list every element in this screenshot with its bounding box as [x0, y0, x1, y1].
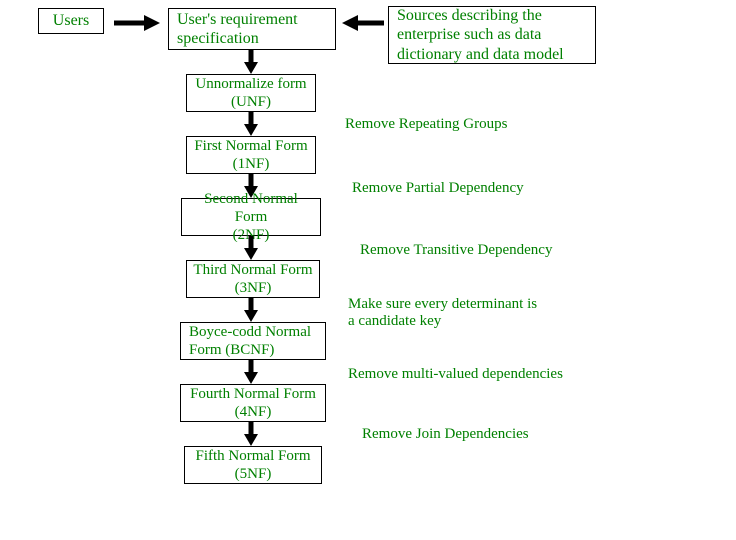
a4-line2: a candidate key [348, 313, 441, 329]
nf1-line2: (1NF) [233, 155, 270, 173]
nf3-line1: Third Normal Form [193, 261, 312, 279]
nf1-line1: First Normal Form [194, 137, 307, 155]
a4-line1: Make sure every determinant is [348, 296, 537, 312]
arrow-sources-to-req [342, 14, 384, 37]
arrow-2nf-3nf [243, 236, 259, 260]
nf3-box: Third Normal Form (3NF) [186, 260, 320, 298]
nf4-line2: (4NF) [235, 403, 272, 421]
arrow-req-unf [243, 50, 259, 74]
action-remove-join: Remove Join Dependencies [362, 426, 529, 443]
nf2-line1: Second Normal Form [188, 190, 314, 226]
bcnf-box: Boyce-codd Normal Form (BCNF) [180, 322, 326, 360]
action-remove-multivalued: Remove multi-valued dependencies [348, 366, 563, 383]
arrow-bcnf-4nf [243, 360, 259, 384]
nf4-line1: Fourth Normal Form [190, 385, 316, 403]
requirement-label: User's requirement specification [177, 10, 327, 48]
requirement-box: User's requirement specification [168, 8, 336, 50]
action-determinant-key: Make sure every determinant is a candida… [348, 296, 578, 330]
arrow-4nf-5nf [243, 422, 259, 446]
arrow-unf-1nf [243, 112, 259, 136]
arrow-users-to-req [114, 14, 160, 37]
unf-line1: Unnormalize form [195, 75, 306, 93]
users-box: Users [38, 8, 104, 34]
sources-box: Sources describing the enterprise such a… [388, 6, 596, 64]
users-label: Users [53, 11, 89, 30]
nf4-box: Fourth Normal Form (4NF) [180, 384, 326, 422]
unf-line2: (UNF) [231, 93, 271, 111]
bcnf-line2: Form (BCNF) [189, 341, 274, 359]
arrow-3nf-bcnf [243, 298, 259, 322]
nf5-line2: (5NF) [235, 465, 272, 483]
sources-label: Sources describing the enterprise such a… [397, 6, 587, 64]
unf-box: Unnormalize form (UNF) [186, 74, 316, 112]
bcnf-line1: Boyce-codd Normal [189, 323, 311, 341]
action-remove-transitive: Remove Transitive Dependency [360, 242, 552, 259]
nf2-box: Second Normal Form (2NF) [181, 198, 321, 236]
nf3-line2: (3NF) [235, 279, 272, 297]
nf5-line1: Fifth Normal Form [196, 447, 311, 465]
action-remove-repeating: Remove Repeating Groups [345, 116, 507, 133]
action-remove-partial: Remove Partial Dependency [352, 180, 524, 197]
nf5-box: Fifth Normal Form (5NF) [184, 446, 322, 484]
nf1-box: First Normal Form (1NF) [186, 136, 316, 174]
